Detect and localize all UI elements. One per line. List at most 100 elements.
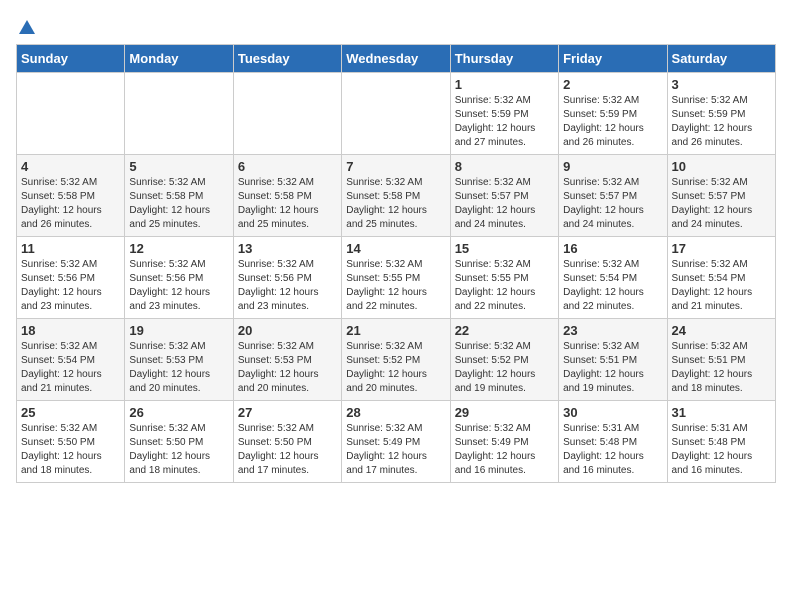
calendar-cell: 20Sunrise: 5:32 AM Sunset: 5:53 PM Dayli… xyxy=(233,319,341,401)
day-number: 3 xyxy=(672,77,771,92)
day-number: 12 xyxy=(129,241,228,256)
day-number: 20 xyxy=(238,323,337,338)
day-number: 17 xyxy=(672,241,771,256)
calendar-cell xyxy=(233,73,341,155)
calendar-cell: 27 Sunrise: 5:32 AM Sunset: 5:50 PM Dayli… xyxy=(233,401,341,483)
calendar-cell: 22 Sunrise: 5:32 AM Sunset: 5:52 PM Dayli… xyxy=(450,319,558,401)
day-number: 22 xyxy=(455,323,554,338)
day-info: Sunrise: 5:32 AM Sunset: 5:55 PM Dayligh… xyxy=(346,258,445,314)
calendar-cell: 28 Sunrise: 5:32 AM Sunset: 5:49 PM Dayli… xyxy=(342,401,450,483)
col-header-monday: Monday xyxy=(125,45,233,73)
day-info: Sunrise: 5:32 AM Sunset: 5:55 PM Dayligh… xyxy=(455,258,554,314)
calendar-cell: 3 Sunrise: 5:32 AM Sunset: 5:59 PM Daylig… xyxy=(667,73,775,155)
calendar-cell: 14 Sunrise: 5:32 AM Sunset: 5:55 PM Dayli… xyxy=(342,237,450,319)
day-number: 4 xyxy=(21,159,120,174)
day-number: 27 xyxy=(238,405,337,420)
calendar-week-row: 4 Sunrise: 5:32 AM Sunset: 5:58 PM Daylig… xyxy=(17,155,776,237)
day-info: Sunrise: 5:32 AM Sunset: 5:56 PM Dayligh… xyxy=(21,258,120,314)
day-number: 6 xyxy=(238,159,337,174)
day-info: Sunrise: 5:32 AM Sunset: 5:50 PM Dayligh… xyxy=(21,422,120,478)
calendar-cell: 26Sunrise: 5:32 AM Sunset: 5:50 PM Dayli… xyxy=(125,401,233,483)
day-number: 14 xyxy=(346,241,445,256)
col-header-saturday: Saturday xyxy=(667,45,775,73)
col-header-sunday: Sunday xyxy=(17,45,125,73)
day-number: 28 xyxy=(346,405,445,420)
day-info: Sunrise: 5:32 AM Sunset: 5:59 PM Dayligh… xyxy=(455,94,554,150)
day-info: Sunrise: 5:32 AM Sunset: 5:52 PM Dayligh… xyxy=(455,340,554,396)
calendar-cell: 11 Sunrise: 5:32 AM Sunset: 5:56 PM Dayli… xyxy=(17,237,125,319)
day-number: 11 xyxy=(21,241,120,256)
day-info: Sunrise: 5:31 AM Sunset: 5:48 PM Dayligh… xyxy=(563,422,662,478)
calendar-cell: 19 Sunrise: 5:32 AM Sunset: 5:53 PM Dayli… xyxy=(125,319,233,401)
calendar-week-row: 18 Sunrise: 5:32 AM Sunset: 5:54 PM Dayli… xyxy=(17,319,776,401)
day-number: 19 xyxy=(129,323,228,338)
page-header xyxy=(16,16,776,36)
logo-triangle-icon xyxy=(18,18,36,36)
day-number: 23 xyxy=(563,323,662,338)
calendar-cell: 10 Sunrise: 5:32 AM Sunset: 5:57 PM Dayli… xyxy=(667,155,775,237)
day-number: 5 xyxy=(129,159,228,174)
day-info: Sunrise: 5:32 AM Sunset: 5:57 PM Dayligh… xyxy=(455,176,554,232)
calendar-header-row: SundayMondayTuesdayWednesdayThursdayFrid… xyxy=(17,45,776,73)
day-info: Sunrise: 5:32 AM Sunset: 5:57 PM Dayligh… xyxy=(563,176,662,232)
day-info: Sunrise: 5:32 AM Sunset: 5:58 PM Dayligh… xyxy=(21,176,120,232)
day-info: Sunrise: 5:32 AM Sunset: 5:54 PM Dayligh… xyxy=(672,258,771,314)
col-header-thursday: Thursday xyxy=(450,45,558,73)
day-number: 1 xyxy=(455,77,554,92)
calendar-cell: 12Sunrise: 5:32 AM Sunset: 5:56 PM Dayli… xyxy=(125,237,233,319)
calendar-cell: 9 Sunrise: 5:32 AM Sunset: 5:57 PM Daylig… xyxy=(559,155,667,237)
col-header-wednesday: Wednesday xyxy=(342,45,450,73)
calendar-cell: 30 Sunrise: 5:31 AM Sunset: 5:48 PM Dayli… xyxy=(559,401,667,483)
day-number: 29 xyxy=(455,405,554,420)
day-number: 25 xyxy=(21,405,120,420)
day-number: 10 xyxy=(672,159,771,174)
col-header-tuesday: Tuesday xyxy=(233,45,341,73)
day-info: Sunrise: 5:32 AM Sunset: 5:57 PM Dayligh… xyxy=(672,176,771,232)
calendar-cell: 13Sunrise: 5:32 AM Sunset: 5:56 PM Dayli… xyxy=(233,237,341,319)
calendar-cell: 21Sunrise: 5:32 AM Sunset: 5:52 PM Dayli… xyxy=(342,319,450,401)
day-number: 9 xyxy=(563,159,662,174)
calendar-cell: 24 Sunrise: 5:32 AM Sunset: 5:51 PM Dayli… xyxy=(667,319,775,401)
calendar-cell: 16 Sunrise: 5:32 AM Sunset: 5:54 PM Dayli… xyxy=(559,237,667,319)
day-info: Sunrise: 5:32 AM Sunset: 5:49 PM Dayligh… xyxy=(455,422,554,478)
day-info: Sunrise: 5:32 AM Sunset: 5:54 PM Dayligh… xyxy=(21,340,120,396)
calendar-week-row: 11 Sunrise: 5:32 AM Sunset: 5:56 PM Dayli… xyxy=(17,237,776,319)
day-info: Sunrise: 5:32 AM Sunset: 5:51 PM Dayligh… xyxy=(672,340,771,396)
day-info: Sunrise: 5:32 AM Sunset: 5:59 PM Dayligh… xyxy=(563,94,662,150)
day-info: Sunrise: 5:32 AM Sunset: 5:53 PM Dayligh… xyxy=(129,340,228,396)
calendar-cell: 5Sunrise: 5:32 AM Sunset: 5:58 PM Daylig… xyxy=(125,155,233,237)
day-number: 8 xyxy=(455,159,554,174)
calendar-cell: 4 Sunrise: 5:32 AM Sunset: 5:58 PM Daylig… xyxy=(17,155,125,237)
col-header-friday: Friday xyxy=(559,45,667,73)
calendar-cell: 8 Sunrise: 5:32 AM Sunset: 5:57 PM Daylig… xyxy=(450,155,558,237)
day-number: 24 xyxy=(672,323,771,338)
calendar-cell: 2Sunrise: 5:32 AM Sunset: 5:59 PM Daylig… xyxy=(559,73,667,155)
calendar-cell: 6 Sunrise: 5:32 AM Sunset: 5:58 PM Daylig… xyxy=(233,155,341,237)
day-number: 31 xyxy=(672,405,771,420)
calendar-cell xyxy=(125,73,233,155)
day-info: Sunrise: 5:31 AM Sunset: 5:48 PM Dayligh… xyxy=(672,422,771,478)
day-info: Sunrise: 5:32 AM Sunset: 5:58 PM Dayligh… xyxy=(238,176,337,232)
day-number: 30 xyxy=(563,405,662,420)
day-info: Sunrise: 5:32 AM Sunset: 5:52 PM Dayligh… xyxy=(346,340,445,396)
day-info: Sunrise: 5:32 AM Sunset: 5:58 PM Dayligh… xyxy=(346,176,445,232)
day-number: 16 xyxy=(563,241,662,256)
day-number: 18 xyxy=(21,323,120,338)
calendar-week-row: 25 Sunrise: 5:32 AM Sunset: 5:50 PM Dayli… xyxy=(17,401,776,483)
day-info: Sunrise: 5:32 AM Sunset: 5:56 PM Dayligh… xyxy=(238,258,337,314)
day-number: 7 xyxy=(346,159,445,174)
calendar-cell: 1 Sunrise: 5:32 AM Sunset: 5:59 PM Daylig… xyxy=(450,73,558,155)
day-info: Sunrise: 5:32 AM Sunset: 5:54 PM Dayligh… xyxy=(563,258,662,314)
calendar-cell xyxy=(342,73,450,155)
day-number: 15 xyxy=(455,241,554,256)
calendar-cell: 29 Sunrise: 5:32 AM Sunset: 5:49 PM Dayli… xyxy=(450,401,558,483)
day-info: Sunrise: 5:32 AM Sunset: 5:59 PM Dayligh… xyxy=(672,94,771,150)
calendar-cell xyxy=(17,73,125,155)
day-info: Sunrise: 5:32 AM Sunset: 5:50 PM Dayligh… xyxy=(129,422,228,478)
calendar-table: SundayMondayTuesdayWednesdayThursdayFrid… xyxy=(16,44,776,483)
calendar-cell: 18 Sunrise: 5:32 AM Sunset: 5:54 PM Dayli… xyxy=(17,319,125,401)
day-info: Sunrise: 5:32 AM Sunset: 5:49 PM Dayligh… xyxy=(346,422,445,478)
calendar-week-row: 1 Sunrise: 5:32 AM Sunset: 5:59 PM Daylig… xyxy=(17,73,776,155)
day-info: Sunrise: 5:32 AM Sunset: 5:50 PM Dayligh… xyxy=(238,422,337,478)
day-info: Sunrise: 5:32 AM Sunset: 5:51 PM Dayligh… xyxy=(563,340,662,396)
